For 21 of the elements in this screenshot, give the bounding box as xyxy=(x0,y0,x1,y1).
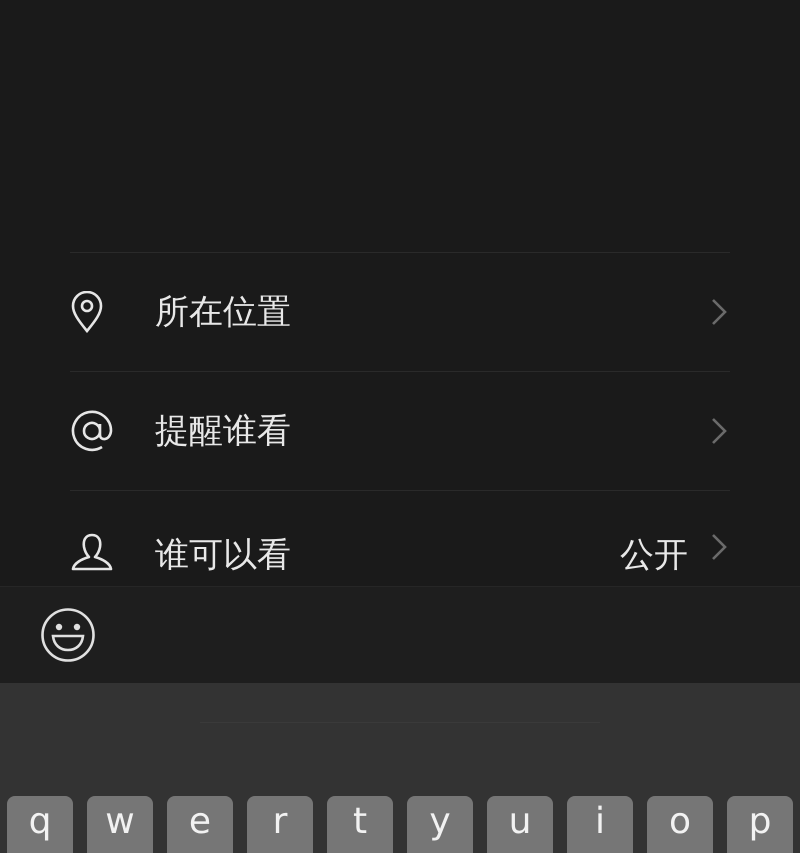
keyboard-key[interactable]: o xyxy=(647,796,713,853)
at-sign-icon xyxy=(70,409,114,453)
keyboard-key[interactable]: w xyxy=(87,796,153,853)
option-label: 所在位置 xyxy=(155,291,292,334)
keyboard-key[interactable]: y xyxy=(407,796,473,853)
chevron-right-icon[interactable] xyxy=(710,297,728,327)
keyboard-key[interactable]: r xyxy=(247,796,313,853)
option-label: 谁可以看 xyxy=(155,534,292,577)
location-pin-icon xyxy=(70,291,104,333)
chevron-right-icon[interactable] xyxy=(710,416,728,446)
keyboard-key[interactable]: q xyxy=(7,796,73,853)
keyboard-key[interactable]: i xyxy=(567,796,633,853)
keyboard-key[interactable]: u xyxy=(487,796,553,853)
smiley-icon[interactable] xyxy=(40,607,96,663)
keyboard-key[interactable]: p xyxy=(727,796,793,853)
keyboard-key[interactable]: t xyxy=(327,796,393,853)
person-icon xyxy=(70,532,114,572)
option-label: 提醒谁看 xyxy=(155,410,292,453)
option-value: 公开 xyxy=(620,534,688,577)
chevron-right-icon[interactable] xyxy=(710,532,728,562)
keyboard-key[interactable]: e xyxy=(167,796,233,853)
